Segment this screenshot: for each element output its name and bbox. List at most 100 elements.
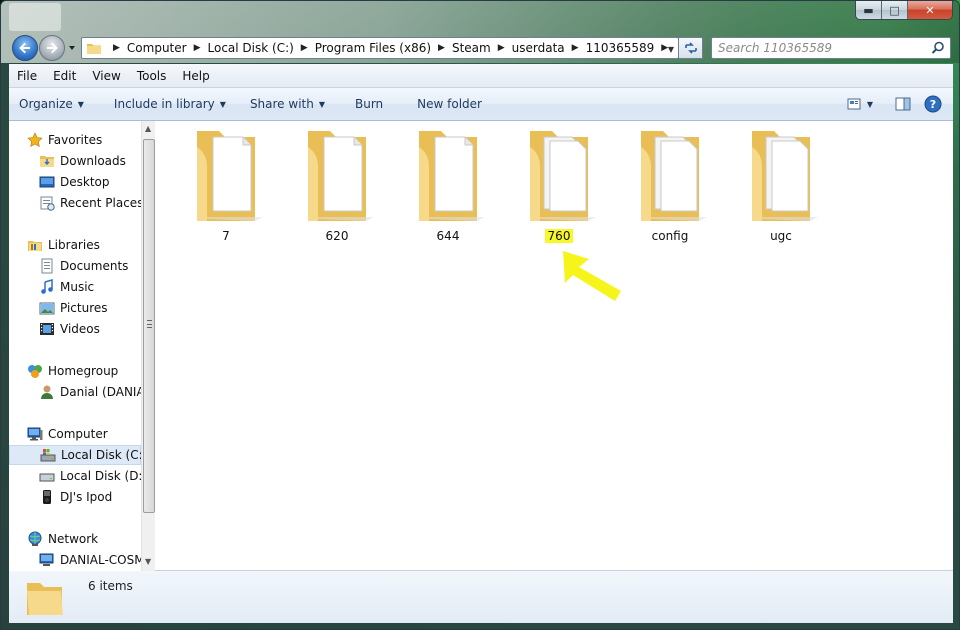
- breadcrumb-userdata[interactable]: userdata: [512, 41, 565, 55]
- breadcrumb-separator-icon[interactable]: ▶: [572, 43, 579, 53]
- menu-edit[interactable]: Edit: [45, 69, 84, 83]
- nav-desktop[interactable]: Desktop: [9, 172, 141, 192]
- navigation-scrollbar[interactable]: ▲ ▼: [141, 121, 155, 571]
- nav-network[interactable]: Network: [9, 529, 141, 549]
- breadcrumb-steam[interactable]: Steam: [452, 41, 491, 55]
- breadcrumb-separator-icon[interactable]: ▶: [113, 43, 120, 53]
- menu-tools[interactable]: Tools: [129, 69, 175, 83]
- breadcrumb-separator-icon[interactable]: ▶: [438, 43, 445, 53]
- computer-icon: [27, 427, 43, 441]
- maximize-button[interactable]: □: [882, 1, 908, 19]
- nav-favorites-label: Favorites: [48, 133, 103, 147]
- folder-name: 620: [325, 229, 349, 243]
- nav-homegroup[interactable]: Homegroup: [9, 361, 141, 381]
- menu-view[interactable]: View: [84, 69, 128, 83]
- refresh-button[interactable]: [679, 37, 703, 59]
- include-in-library-button[interactable]: Include in library ▼: [105, 97, 235, 111]
- nav-libraries[interactable]: Libraries: [9, 235, 141, 255]
- file-list: 7 620 644 760 config ugc: [156, 121, 953, 571]
- menu-bar: File Edit View Tools Help: [9, 64, 953, 88]
- dropdown-arrow-icon: ▼: [219, 99, 226, 109]
- folder-name: ugc: [770, 229, 792, 243]
- svg-text:?: ?: [930, 98, 936, 111]
- folder-icon: [641, 131, 707, 221]
- nav-ipod[interactable]: DJ's Ipod: [9, 487, 141, 507]
- navigation-row: ▶ Computer ▶ Local Disk (C:) ▶ Program F…: [1, 33, 959, 61]
- user-icon: [41, 385, 53, 399]
- recent-places-icon: [40, 196, 55, 211]
- nav-music[interactable]: Music: [9, 277, 141, 297]
- change-view-button[interactable]: [845, 94, 865, 114]
- search-icon[interactable]: [931, 41, 945, 55]
- address-bar[interactable]: ▶ Computer ▶ Local Disk (C:) ▶ Program F…: [81, 37, 679, 59]
- folder-item[interactable]: 760: [509, 127, 609, 247]
- breadcrumb-program-files[interactable]: Program Files (x86): [315, 41, 431, 55]
- content-area: Favorites Downloads Desktop Recent Place…: [9, 121, 953, 571]
- folder-item[interactable]: ugc: [731, 127, 831, 247]
- search-placeholder: Search 110365589: [718, 41, 833, 55]
- nav-documents[interactable]: Documents: [9, 256, 141, 276]
- back-button[interactable]: [12, 35, 38, 61]
- nav-homegroup-user-label: Danial (DANIAL: [60, 385, 152, 399]
- chevron-down-icon[interactable]: ▼: [668, 45, 674, 54]
- arrow-left-icon: [19, 42, 30, 54]
- folder-item[interactable]: config: [620, 127, 720, 247]
- organize-label: Organize: [19, 97, 73, 111]
- nav-favorites[interactable]: Favorites: [9, 130, 141, 150]
- network-computer-icon: [39, 553, 54, 566]
- folder-icon: [530, 131, 596, 221]
- nav-pictures[interactable]: Pictures: [9, 298, 141, 318]
- folder-name: 7: [222, 229, 230, 243]
- menu-file[interactable]: File: [9, 69, 45, 83]
- nav-recent-places-label: Recent Places: [60, 196, 144, 210]
- menu-help[interactable]: Help: [174, 69, 217, 83]
- system-drive-icon: [40, 449, 56, 462]
- minimize-button[interactable]: ▬: [856, 1, 882, 19]
- folder-item[interactable]: 7: [176, 127, 276, 247]
- nav-local-disk-c[interactable]: Local Disk (C:): [9, 445, 147, 465]
- view-options-chevron-icon[interactable]: ▼: [867, 100, 873, 109]
- new-folder-button[interactable]: New folder: [408, 97, 491, 111]
- preview-pane-button[interactable]: [893, 94, 913, 114]
- share-with-button[interactable]: Share with ▼: [241, 97, 334, 111]
- search-input[interactable]: Search 110365589: [711, 37, 951, 59]
- scroll-down-icon[interactable]: ▼: [145, 557, 151, 566]
- nav-homegroup-user[interactable]: Danial (DANIAL: [9, 382, 151, 402]
- scroll-thumb[interactable]: [143, 139, 155, 513]
- nav-computer-label: Computer: [48, 427, 108, 441]
- folder-icon: [752, 131, 818, 221]
- forward-button[interactable]: [39, 35, 65, 61]
- nav-videos[interactable]: Videos: [9, 319, 141, 339]
- nav-recent-places[interactable]: Recent Places: [9, 193, 144, 213]
- recent-pages-dropdown-icon[interactable]: [67, 43, 77, 53]
- breadcrumb-computer[interactable]: Computer: [127, 41, 187, 55]
- breadcrumb-local-disk-c[interactable]: Local Disk (C:): [208, 41, 294, 55]
- close-button[interactable]: ✕: [908, 1, 952, 19]
- nav-local-disk-d[interactable]: Local Disk (D:): [9, 466, 147, 486]
- command-bar-right: ▼ ?: [845, 94, 943, 114]
- item-count: 6 items: [88, 579, 133, 593]
- breadcrumb-separator-icon[interactable]: ▶: [301, 43, 308, 53]
- nav-libraries-label: Libraries: [48, 238, 100, 252]
- organize-button[interactable]: Organize ▼: [9, 97, 93, 111]
- burn-button[interactable]: Burn: [346, 97, 392, 111]
- folder-item[interactable]: 620: [287, 127, 387, 247]
- videos-icon: [40, 323, 54, 335]
- nav-downloads[interactable]: Downloads: [9, 151, 141, 171]
- folder-icon: [308, 131, 374, 221]
- scroll-up-icon[interactable]: ▲: [145, 124, 151, 133]
- desktop-icon: [39, 176, 55, 188]
- breadcrumb-separator-icon[interactable]: ▶: [194, 43, 201, 53]
- music-icon: [41, 279, 53, 294]
- breadcrumb-current-folder[interactable]: 110365589: [586, 41, 655, 55]
- pictures-icon: [39, 302, 55, 315]
- details-pane: 6 items: [9, 571, 953, 623]
- nav-local-disk-c-label: Local Disk (C:): [61, 448, 148, 462]
- nav-network-computer[interactable]: DANIAL-COSM: [9, 550, 145, 570]
- nav-downloads-label: Downloads: [60, 154, 126, 168]
- nav-homegroup-label: Homegroup: [48, 364, 119, 378]
- folder-item[interactable]: 644: [398, 127, 498, 247]
- help-button[interactable]: ?: [923, 94, 943, 114]
- nav-computer[interactable]: Computer: [9, 424, 141, 444]
- breadcrumb-separator-icon[interactable]: ▶: [498, 43, 505, 53]
